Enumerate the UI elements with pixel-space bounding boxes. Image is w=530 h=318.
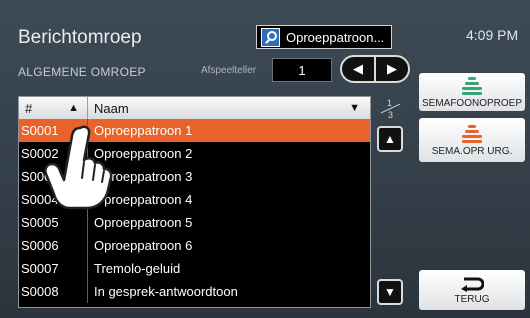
total-pages: 3 (388, 110, 394, 120)
back-arrow-icon (461, 277, 484, 292)
back-button[interactable]: TERUG (419, 270, 525, 310)
table-row[interactable]: S0005 Oproeppatroon 5 (19, 211, 370, 234)
chevron-down-icon: ▼ (384, 285, 396, 299)
row-name: Tremolo-geluid (94, 261, 181, 276)
screen: Berichtomroep Oproeppatroon... 4:09 PM A… (0, 0, 530, 318)
sort-by-number[interactable]: # ▲ (19, 97, 88, 119)
hand-pointer-icon (44, 125, 113, 210)
chevron-up-icon: ▲ (384, 132, 396, 146)
sort-desc-icon: ▼ (349, 102, 360, 114)
row-id: S0006 (19, 234, 88, 257)
clock: 4:09 PM (466, 27, 519, 43)
pager-urgent-button[interactable]: SEMA.OPR URG. (419, 118, 525, 162)
pager-call-label: SEMAFOONOPROEP (421, 97, 522, 109)
row-id: S0008 (19, 280, 88, 303)
pager-icon (462, 76, 482, 95)
row-name: In gesprek-antwoordtoon (94, 284, 238, 299)
search-button[interactable]: Oproeppatroon... (256, 25, 392, 49)
sort-asc-icon: ▲ (68, 102, 79, 114)
pager-urgent-label: SEMA.OPR URG. (431, 145, 513, 157)
sort-by-name[interactable]: Naam ▼ (88, 97, 370, 119)
scroll-up-button[interactable]: ▲ (377, 126, 403, 152)
page-title: Berichtomroep (18, 27, 142, 48)
table-header: # ▲ Naam ▼ (19, 97, 370, 119)
increase-icon[interactable]: ▶ (376, 57, 408, 81)
table-row[interactable]: S0006 Oproeppatroon 6 (19, 234, 370, 257)
back-label: TERUG (454, 293, 490, 305)
row-name: Oproeppatroon 6 (94, 238, 193, 253)
play-count-field[interactable]: 1 (272, 58, 332, 82)
row-name: Oproeppatroon 3 (94, 169, 193, 184)
row-name: Oproeppatroon 2 (94, 146, 193, 161)
scroll-down-button[interactable]: ▼ (377, 279, 403, 305)
table-row[interactable]: S0008 In gesprek-antwoordtoon (19, 280, 370, 303)
decrease-icon[interactable]: ◀ (342, 57, 376, 81)
play-count-label: Afspeelteller (201, 65, 257, 76)
search-icon (261, 27, 280, 47)
row-name: Oproeppatroon 4 (94, 192, 193, 207)
table-row[interactable]: S0007 Tremolo-geluid (19, 257, 370, 280)
row-id: S0007 (19, 257, 88, 280)
pager-urgent-icon (462, 124, 482, 143)
column-number-label: # (25, 100, 33, 116)
row-name: Oproeppatroon 5 (94, 215, 193, 230)
row-name: Oproeppatroon 1 (94, 123, 193, 138)
play-count-stepper[interactable]: ◀ ▶ (340, 55, 410, 83)
search-value: Oproeppatroon... (286, 29, 385, 45)
row-id: S0005 (19, 211, 88, 234)
mode-label: ALGEMENE OMROEP (18, 65, 146, 79)
pager-call-button[interactable]: SEMAFOONOPROEP (419, 73, 525, 111)
column-name-label: Naam (94, 100, 129, 116)
page-indicator: 1 3 (378, 98, 402, 120)
